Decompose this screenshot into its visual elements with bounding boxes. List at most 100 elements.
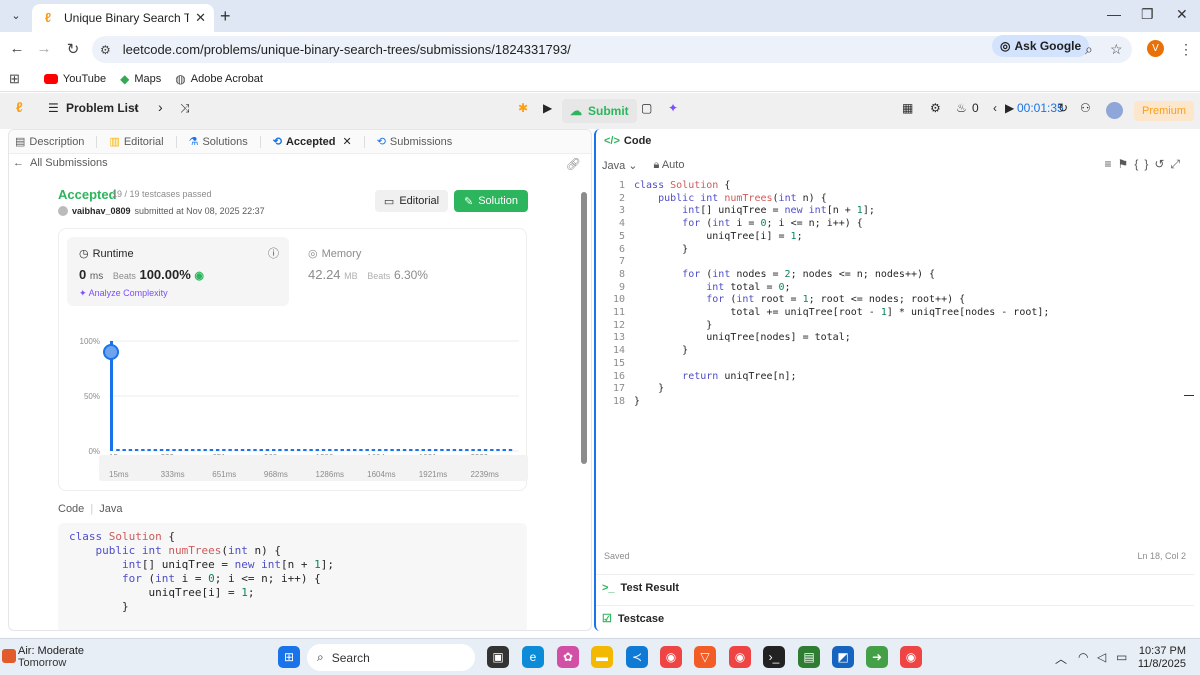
submitted-code-block[interactable]: class Solution { public int numTrees(int… <box>58 523 527 630</box>
ask-google-button[interactable]: ◎ Ask Google <box>992 35 1090 57</box>
editorial-button[interactable]: ▭ Editorial <box>375 190 448 212</box>
chart-bar[interactable] <box>377 449 382 451</box>
debug-icon[interactable]: ✱ <box>518 101 528 115</box>
tab-search-icon[interactable]: ⌄ <box>7 7 25 25</box>
chart-bar[interactable] <box>415 449 419 451</box>
photos-icon[interactable]: ◩ <box>832 646 854 668</box>
chart-bar[interactable] <box>402 449 407 451</box>
close-window-icon[interactable]: ✕ <box>1176 6 1188 23</box>
profile-avatar[interactable]: V <box>1147 40 1164 57</box>
submitter-username[interactable]: vaibhav_0809 <box>72 206 131 216</box>
vscode-icon[interactable]: ≺ <box>626 646 648 668</box>
chart-bar[interactable] <box>371 449 376 451</box>
weather-widget[interactable]: Air: Moderate Tomorrow <box>18 645 84 669</box>
browser-tab[interactable]: ℓ Unique Binary Search Trees - Le ✕ <box>32 4 214 32</box>
chart-bar[interactable] <box>234 449 239 451</box>
shuffle-icon[interactable]: ⤨ <box>180 101 190 116</box>
premium-button[interactable]: Premium <box>1134 101 1194 121</box>
next-problem-icon[interactable]: › <box>158 99 163 115</box>
chart-bar[interactable] <box>141 449 145 451</box>
apps-grid-icon[interactable]: ⊞ <box>9 71 20 87</box>
chart-bar[interactable] <box>259 449 263 451</box>
chart-bar[interactable] <box>128 449 133 451</box>
site-info-icon[interactable]: ⚙ <box>100 43 111 57</box>
bookmark-star-icon[interactable]: ☆ <box>1110 41 1123 58</box>
chart-bar[interactable] <box>340 449 344 451</box>
chart-bar[interactable] <box>191 449 195 451</box>
chart-bar[interactable] <box>153 449 158 451</box>
code-editor[interactable]: 1 2 3 4 5 6 7 8 9 10 11 12 13 14 15 16 17 18 class Soluti… <box>596 180 1188 418</box>
chart-bar[interactable] <box>116 449 120 451</box>
streak-flame-icon[interactable]: ♨ <box>956 101 967 115</box>
chart-bar[interactable] <box>265 449 270 451</box>
zoom-icon[interactable]: ⌕ <box>1085 41 1093 58</box>
chart-bar[interactable] <box>203 449 207 451</box>
chart-bar[interactable] <box>458 449 463 451</box>
runtime-card[interactable]: ◷ Runtime ⓘ 0 ms Beats 100.00% ◉ ✦ Analyz… <box>67 237 289 306</box>
braces-icon[interactable]: {} <box>1134 157 1154 171</box>
maximize-icon[interactable]: ❐ <box>1141 6 1154 23</box>
memory-card[interactable]: ◎ Memory 42.24 MB Beats 6.30% <box>308 237 508 306</box>
runtime-distribution-chart[interactable]: 100% 50% 0% 15ms 333ms 651ms 968ms 1286ms 1604m… <box>59 314 528 489</box>
chart-bar[interactable] <box>409 449 413 451</box>
reload-icon[interactable]: ↻ <box>63 40 83 58</box>
task-view-icon[interactable]: ▣ <box>487 646 509 668</box>
chart-bar[interactable] <box>508 449 513 451</box>
chart-bar[interactable] <box>253 449 257 451</box>
your-submission-marker[interactable] <box>103 344 119 360</box>
forward-icon[interactable]: → <box>34 40 54 57</box>
chart-bar[interactable] <box>477 449 482 451</box>
chart-bar[interactable] <box>465 449 469 451</box>
file-explorer-icon[interactable]: ▬ <box>591 646 613 668</box>
chart-bar[interactable] <box>384 449 388 451</box>
test-result-tab[interactable]: >_ Test Result <box>596 574 1194 600</box>
wifi-icon[interactable]: ◠ <box>1078 650 1088 664</box>
timer-prev-icon[interactable]: ‹ <box>993 101 997 115</box>
tab-submissions[interactable]: ⟲ Submissions <box>377 135 453 149</box>
tab-editorial[interactable]: ▥ Editorial <box>109 135 163 149</box>
testcase-tab[interactable]: ☑ Testcase <box>596 605 1194 631</box>
chart-bar[interactable] <box>184 449 189 451</box>
chart-bar[interactable] <box>290 449 295 451</box>
chart-bar[interactable] <box>147 449 151 451</box>
chart-bar[interactable] <box>178 449 182 451</box>
system-clock[interactable]: 10:37 PM 11/8/2025 <box>1138 645 1186 671</box>
chart-bar[interactable] <box>222 449 226 451</box>
menu-dots-icon[interactable]: ⋮ <box>1179 41 1193 58</box>
chart-bar[interactable] <box>209 449 214 451</box>
chart-bar[interactable] <box>159 449 164 451</box>
leetcode-logo-icon[interactable]: ℓ <box>16 99 23 115</box>
add-collaborator-icon[interactable]: ⚇ <box>1080 101 1091 115</box>
language-select[interactable]: Java ⌄ <box>602 159 638 172</box>
app-icon[interactable]: ➜ <box>866 646 888 668</box>
terminal-app-icon[interactable]: ›_ <box>763 646 785 668</box>
chart-bar[interactable] <box>296 449 301 451</box>
problem-list-link[interactable]: Problem List <box>66 101 139 115</box>
submit-button[interactable]: ☁ Submit <box>562 99 637 123</box>
all-submissions-link[interactable]: ← All Submissions <box>13 157 108 169</box>
left-scrollbar[interactable] <box>581 192 587 464</box>
problem-list-icon[interactable]: ☰ <box>48 101 59 115</box>
chart-bar[interactable] <box>328 449 332 451</box>
chrome-profile-icon[interactable]: ◉ <box>729 646 751 668</box>
close-tab-icon[interactable]: ✕ <box>195 10 206 26</box>
chart-bar[interactable] <box>471 449 475 451</box>
chart-bar[interactable] <box>440 449 444 451</box>
format-icon[interactable]: ≡ <box>1105 157 1118 171</box>
chart-bar[interactable] <box>172 449 176 451</box>
expand-icon[interactable]: ⤢ <box>1170 157 1186 171</box>
url-text[interactable]: leetcode.com/problems/unique-binary-sear… <box>123 42 571 57</box>
chart-bar[interactable] <box>365 449 369 451</box>
weather-icon[interactable] <box>2 649 16 663</box>
chart-bar[interactable] <box>134 449 139 451</box>
edge-icon[interactable]: e <box>522 646 544 668</box>
chart-bar[interactable] <box>353 449 357 451</box>
brave-icon[interactable]: ▽ <box>694 646 716 668</box>
chart-bar[interactable] <box>396 449 401 451</box>
chart-bar[interactable] <box>452 449 457 451</box>
chart-bar[interactable] <box>240 449 245 451</box>
notes-icon[interactable]: ▢ <box>641 101 652 115</box>
solution-button[interactable]: ✎ Solution <box>454 190 528 212</box>
editor-lines[interactable]: class Solution { public int numTrees(int… <box>634 180 1049 409</box>
tab-solutions[interactable]: ⚗ Solutions <box>189 135 248 149</box>
